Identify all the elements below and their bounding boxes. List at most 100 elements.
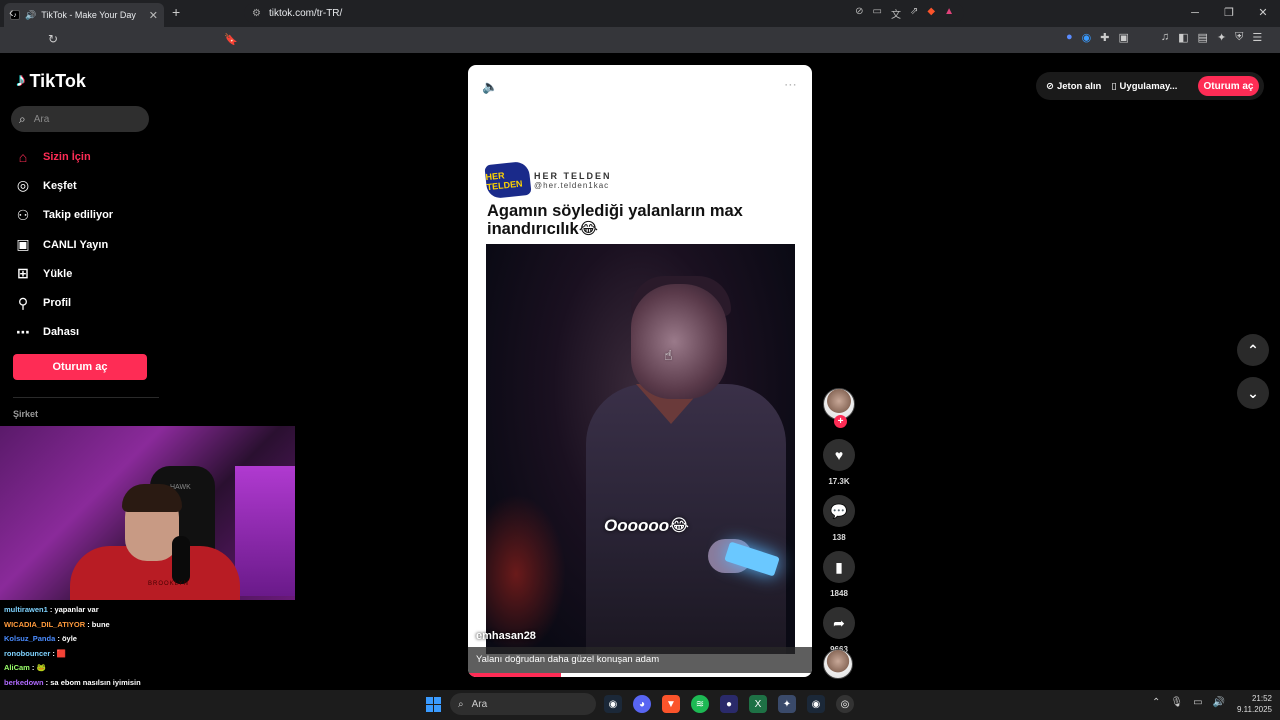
obs-icon[interactable]: ◎ bbox=[836, 695, 854, 713]
get-coins-link[interactable]: ⊘ Jeton alın bbox=[1046, 81, 1101, 92]
save-button[interactable]: ▮ bbox=[823, 551, 855, 583]
sidebar-item-upload[interactable]: ⊞ Yükle bbox=[15, 259, 160, 288]
minimize-icon[interactable]: ─ bbox=[1178, 0, 1212, 27]
brave-shield-icon[interactable]: ◆ bbox=[927, 6, 935, 21]
taskbar-search[interactable]: ⌕ Ara bbox=[450, 693, 596, 715]
display-icon[interactable]: ▭ bbox=[1193, 697, 1202, 708]
sidebar-item-live[interactable]: ▣ CANLI Yayın bbox=[15, 230, 160, 259]
menu-icon[interactable]: ☰ bbox=[1252, 31, 1262, 44]
extension-2-icon[interactable]: ◉ bbox=[1082, 31, 1092, 44]
chat-message: Kolsuz_Panda : öyle bbox=[4, 632, 294, 647]
streamer-webcam: HAWK BROOKLYN bbox=[0, 426, 295, 600]
chat-separator: : bbox=[85, 619, 92, 629]
chat-message: berkedown : sa ebom nasılsın iyimisin bbox=[4, 676, 294, 691]
reload-icon[interactable]: ↻ bbox=[48, 32, 58, 46]
start-icon[interactable] bbox=[426, 697, 441, 712]
chat-username[interactable]: Kolsuz_Panda bbox=[4, 634, 55, 643]
more-options-icon[interactable]: ⋯ bbox=[784, 77, 798, 93]
chat-text: yapanlar var bbox=[54, 605, 99, 614]
new-tab-button[interactable]: + bbox=[172, 4, 180, 20]
chat-username[interactable]: ronobouncer bbox=[4, 649, 50, 658]
logo-text: TikTok bbox=[29, 70, 86, 91]
tiktok-logo[interactable]: ♪ TikTok bbox=[16, 70, 86, 92]
share-arrow-icon: ➦ bbox=[833, 614, 845, 631]
music-icon[interactable]: ♫ bbox=[1161, 31, 1169, 44]
no-video-icon[interactable]: ⊘ bbox=[855, 6, 863, 21]
tab-title: TikTok - Make Your Day bbox=[41, 10, 136, 20]
cast-icon[interactable]: ▭ bbox=[873, 6, 882, 21]
site-info-icon[interactable]: ⚙ bbox=[252, 8, 261, 19]
search-input[interactable]: ⌕ Ara bbox=[11, 106, 149, 132]
screenshot-icon[interactable]: ▣ bbox=[1118, 31, 1128, 44]
chat-text: 🟥 bbox=[56, 648, 67, 658]
maximize-icon[interactable]: ❐ bbox=[1212, 0, 1246, 27]
follow-plus-icon[interactable]: + bbox=[834, 415, 847, 428]
browser-tab[interactable]: ♪ 🔊 TikTok - Make Your Day ✕ bbox=[4, 3, 164, 27]
comment-count: 138 bbox=[832, 533, 846, 542]
mic-icon[interactable]: 🎙 bbox=[1170, 697, 1183, 708]
sidebar-icon[interactable]: ◧ bbox=[1178, 31, 1188, 44]
discord-icon[interactable]: ◕ bbox=[633, 695, 651, 713]
chat-username[interactable]: multirawen1 bbox=[4, 605, 48, 614]
sidebar-item-following[interactable]: ⚇ Takip ediliyor bbox=[15, 201, 160, 230]
volume-icon[interactable]: 🔈 bbox=[482, 79, 498, 95]
share-button[interactable]: ➦ bbox=[823, 607, 855, 639]
live-icon: ▣ bbox=[16, 236, 30, 253]
address-bar[interactable]: ⚙ tiktok.com/tr-TR/ ⊘ ▭ 文 ⇗ ◆ ▲ bbox=[244, 3, 964, 23]
next-video-button[interactable]: ⌄ bbox=[1237, 377, 1269, 409]
tiktok-note-icon: ♪ bbox=[16, 70, 26, 91]
sidebar-item-for-you[interactable]: ⌂ Sizin İçin bbox=[15, 142, 160, 171]
steam-icon[interactable]: ◉ bbox=[604, 695, 622, 713]
game-icon[interactable]: ✦ bbox=[778, 695, 796, 713]
bookmark-icon[interactable]: 🔖 bbox=[224, 33, 238, 46]
sidebar-item-label: Dahası bbox=[43, 326, 80, 339]
close-window-icon[interactable]: ✕ bbox=[1246, 0, 1280, 27]
tray-chevron-icon[interactable]: ⌃ bbox=[1152, 697, 1160, 708]
creator-avatar[interactable]: + bbox=[823, 388, 855, 428]
wallet-icon[interactable]: ▤ bbox=[1198, 31, 1208, 44]
video-progress[interactable] bbox=[468, 673, 812, 677]
steam-2-icon[interactable]: ◉ bbox=[807, 695, 825, 713]
excel-icon[interactable]: X bbox=[749, 695, 767, 713]
chat-username[interactable]: AliCam bbox=[4, 663, 30, 672]
like-button[interactable]: ♥ bbox=[823, 439, 855, 471]
upload-icon: ⊞ bbox=[17, 265, 29, 282]
like-count: 17.3K bbox=[828, 477, 850, 486]
music-avatar[interactable] bbox=[823, 649, 853, 679]
sidebar-item-label: Takip ediliyor bbox=[43, 209, 114, 222]
taskbar-clock[interactable]: 21:52 9.11.2025 bbox=[1226, 693, 1272, 715]
brand-name: HER TELDEN bbox=[534, 170, 612, 181]
video-progress-fill bbox=[468, 673, 561, 677]
sidebar-item-label: Sizin İçin bbox=[43, 150, 91, 163]
puzzle-icon[interactable]: ✚ bbox=[1100, 31, 1109, 44]
comment-button[interactable]: 💬 bbox=[823, 495, 855, 527]
volume-tray-icon[interactable]: 🔊 bbox=[1213, 697, 1225, 708]
sidebar-login-button[interactable]: Oturum aç bbox=[13, 354, 147, 380]
sidebar-item-profile[interactable]: ⚲ Profil bbox=[15, 288, 160, 317]
app-icon[interactable]: ● bbox=[720, 695, 738, 713]
mouse-cursor-icon: ☝ bbox=[664, 347, 673, 363]
chat-username[interactable]: WICADIA_DIL_ATIYOR bbox=[4, 620, 85, 629]
extension-1-icon[interactable]: ● bbox=[1066, 31, 1073, 44]
video-player[interactable]: 🔈 ⋯ HER TELDEN HER TELDEN @her.telden1ka… bbox=[468, 65, 812, 677]
get-app-link[interactable]: ▯ Uygulamay... bbox=[1111, 81, 1177, 92]
video-username[interactable]: emhasan28 bbox=[476, 630, 536, 642]
translate-icon[interactable]: 文 bbox=[891, 6, 901, 21]
brave-icon[interactable]: ▼ bbox=[662, 695, 680, 713]
shirt-text: BROOKLYN bbox=[148, 581, 189, 587]
sidebar-item-explore[interactable]: ◎ Keşfet bbox=[15, 171, 160, 200]
sidebar-item-more[interactable]: ⋯ Dahası bbox=[15, 318, 160, 347]
taskbar-search-icon: ⌕ bbox=[458, 698, 464, 710]
close-tab-icon[interactable]: ✕ bbox=[149, 9, 158, 22]
spotify-icon[interactable]: ≋ bbox=[691, 695, 709, 713]
video-frame[interactable]: Oooooo😂 ☝ bbox=[486, 244, 795, 654]
header-login-button[interactable]: Oturum aç bbox=[1198, 76, 1259, 96]
previous-video-button[interactable]: ⌃ bbox=[1237, 334, 1269, 366]
vpn-icon[interactable]: ⛨ bbox=[1235, 31, 1243, 44]
share-icon[interactable]: ⇗ bbox=[910, 6, 918, 21]
brave-rewards-icon[interactable]: ▲ bbox=[944, 6, 954, 21]
forward-icon[interactable]: › bbox=[30, 4, 35, 20]
chat-username[interactable]: berkedown bbox=[4, 678, 44, 687]
ai-icon[interactable]: ✦ bbox=[1217, 31, 1226, 44]
back-icon[interactable]: ‹ bbox=[9, 4, 14, 20]
